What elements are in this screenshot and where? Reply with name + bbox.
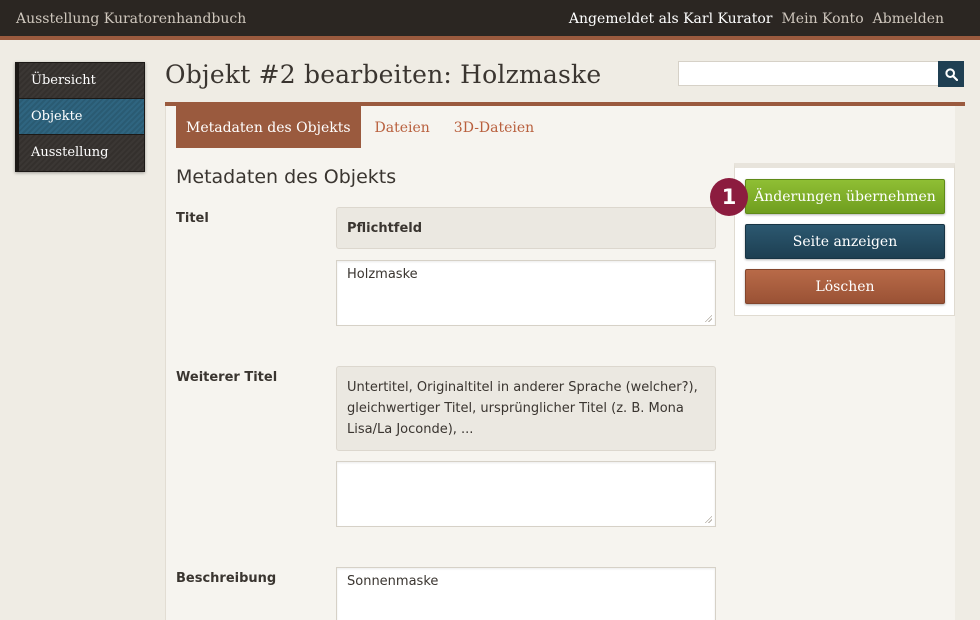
search-input[interactable] [678, 61, 938, 86]
search-icon [944, 67, 958, 81]
action-panel: Änderungen übernehmen Seite anzeigen Lös… [734, 163, 955, 316]
section-title: Metadaten des Objekts [176, 166, 397, 188]
alt-title-hint: Untertitel, Originaltitel in anderer Spr… [336, 366, 716, 451]
tab-files[interactable]: Dateien [365, 106, 440, 148]
tab-metadata[interactable]: Metadaten des Objekts [176, 106, 361, 148]
user-nav: Angemeldet als Karl Kurator Mein Konto A… [569, 11, 944, 27]
view-page-button[interactable]: Seite anzeigen [745, 224, 945, 259]
sidebar-nav: Übersicht Objekte Ausstellung [15, 62, 145, 172]
my-account-link[interactable]: Mein Konto [781, 11, 863, 27]
site-title[interactable]: Ausstellung Kuratorenhandbuch [16, 11, 246, 27]
sidebar-item-objects[interactable]: Objekte [16, 99, 144, 135]
top-bar: Ausstellung Kuratorenhandbuch Angemeldet… [0, 0, 980, 40]
search-button[interactable] [938, 61, 964, 87]
callout-badge: 1 [710, 178, 748, 216]
title-field[interactable]: Holzmaske [336, 260, 716, 326]
field-label-alt-title: Weiterer Titel [176, 370, 278, 385]
resize-grip-icon[interactable] [704, 314, 712, 322]
field-label-title: Titel [176, 211, 209, 226]
title-hint: Pflichtfeld [336, 207, 716, 249]
resize-grip-icon[interactable] [704, 515, 712, 523]
alt-title-field[interactable] [336, 461, 716, 527]
sidebar-item-exhibition[interactable]: Ausstellung [16, 135, 144, 171]
description-field-value: Sonnenmaske [347, 574, 439, 589]
save-changes-button[interactable]: Änderungen übernehmen [745, 179, 945, 214]
logged-in-user: Angemeldet als Karl Kurator [568, 11, 773, 27]
sidebar-item-overview[interactable]: Übersicht [16, 63, 144, 99]
tab-bar: Metadaten des Objekts Dateien 3D-Dateien [176, 106, 548, 148]
delete-button[interactable]: Löschen [745, 269, 945, 304]
title-field-value: Holzmaske [347, 267, 418, 282]
page-title: Objekt #2 bearbeiten: Holzmaske [165, 60, 602, 89]
field-label-description: Beschreibung [176, 571, 277, 586]
logout-link[interactable]: Abmelden [873, 11, 944, 27]
tab-3d-files[interactable]: 3D-Dateien [444, 106, 544, 148]
description-field[interactable]: Sonnenmaske [336, 567, 716, 620]
